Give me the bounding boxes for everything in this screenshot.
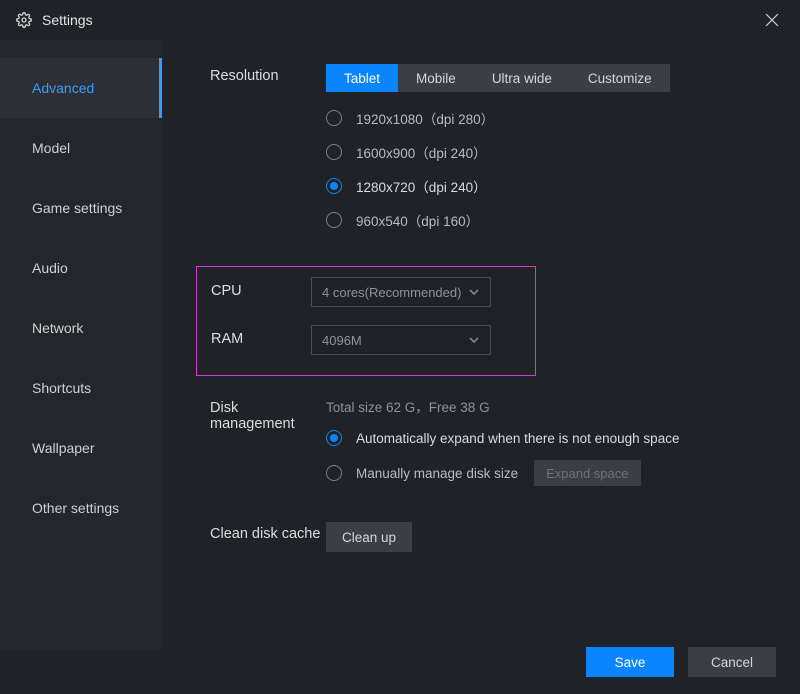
sidebar-item-label: Advanced [32,80,94,96]
resolution-option-1920[interactable]: 1920x1080（dpi 280） [326,108,772,128]
ram-select[interactable]: 4096M [311,325,491,355]
radio-icon [326,178,342,194]
radio-icon [326,144,342,160]
sidebar-item-network[interactable]: Network [0,298,162,358]
disk-option-manual[interactable]: Manually manage disk size Expand space [326,460,772,486]
cancel-button[interactable]: Cancel [688,647,776,677]
chevron-down-icon [468,334,480,346]
save-button[interactable]: Save [586,647,674,677]
sidebar-item-label: Wallpaper [32,440,95,456]
sidebar-item-label: Audio [32,260,68,276]
disk-info: Total size 62 G，Free 38 G [326,396,772,416]
resolution-option-960[interactable]: 960x540（dpi 160） [326,210,772,230]
ram-label: RAM [211,325,311,347]
disk-option-auto[interactable]: Automatically expand when there is not e… [326,430,772,446]
sidebar-item-other-settings[interactable]: Other settings [0,478,162,538]
clean-up-button[interactable]: Clean up [326,522,412,552]
footer: Save Cancel [0,654,800,694]
resolution-label: Resolution [210,64,326,84]
cpu-ram-highlight: CPU 4 cores(Recommended) RAM 4096M [196,266,536,376]
gear-icon [16,12,32,28]
tab-customize[interactable]: Customize [570,64,670,92]
sidebar: Advanced Model Game settings Audio Netwo… [0,40,162,650]
expand-space-button[interactable]: Expand space [534,460,640,486]
sidebar-item-label: Other settings [32,500,119,516]
resolution-option-1280[interactable]: 1280x720（dpi 240） [326,176,772,196]
sidebar-item-label: Game settings [32,200,122,216]
sidebar-item-game-settings[interactable]: Game settings [0,178,162,238]
window-title: Settings [42,12,93,28]
radio-icon [326,212,342,228]
sidebar-item-label: Network [32,320,83,336]
sidebar-item-label: Model [32,140,70,156]
resolution-tabs: Tablet Mobile Ultra wide Customize [326,64,670,92]
radio-icon [326,465,342,481]
sidebar-item-model[interactable]: Model [0,118,162,178]
sidebar-item-wallpaper[interactable]: Wallpaper [0,418,162,478]
cpu-select-value: 4 cores(Recommended) [322,285,461,300]
tab-mobile[interactable]: Mobile [398,64,474,92]
clean-label: Clean disk cache [210,522,326,542]
sidebar-item-audio[interactable]: Audio [0,238,162,298]
radio-icon [326,110,342,126]
resolution-option-1600[interactable]: 1600x900（dpi 240） [326,142,772,162]
sidebar-item-advanced[interactable]: Advanced [0,58,162,118]
tab-ultra-wide[interactable]: Ultra wide [474,64,570,92]
sidebar-item-shortcuts[interactable]: Shortcuts [0,358,162,418]
tab-tablet[interactable]: Tablet [326,64,398,92]
radio-icon [326,430,342,446]
close-icon[interactable] [760,8,784,32]
ram-select-value: 4096M [322,333,362,348]
sidebar-item-label: Shortcuts [32,380,91,396]
content-panel: Resolution Tablet Mobile Ultra wide Cust… [162,40,800,650]
titlebar: Settings [0,0,800,40]
disk-label: Disk management [210,396,326,432]
chevron-down-icon [468,286,480,298]
cpu-label: CPU [211,277,311,299]
cpu-select[interactable]: 4 cores(Recommended) [311,277,491,307]
